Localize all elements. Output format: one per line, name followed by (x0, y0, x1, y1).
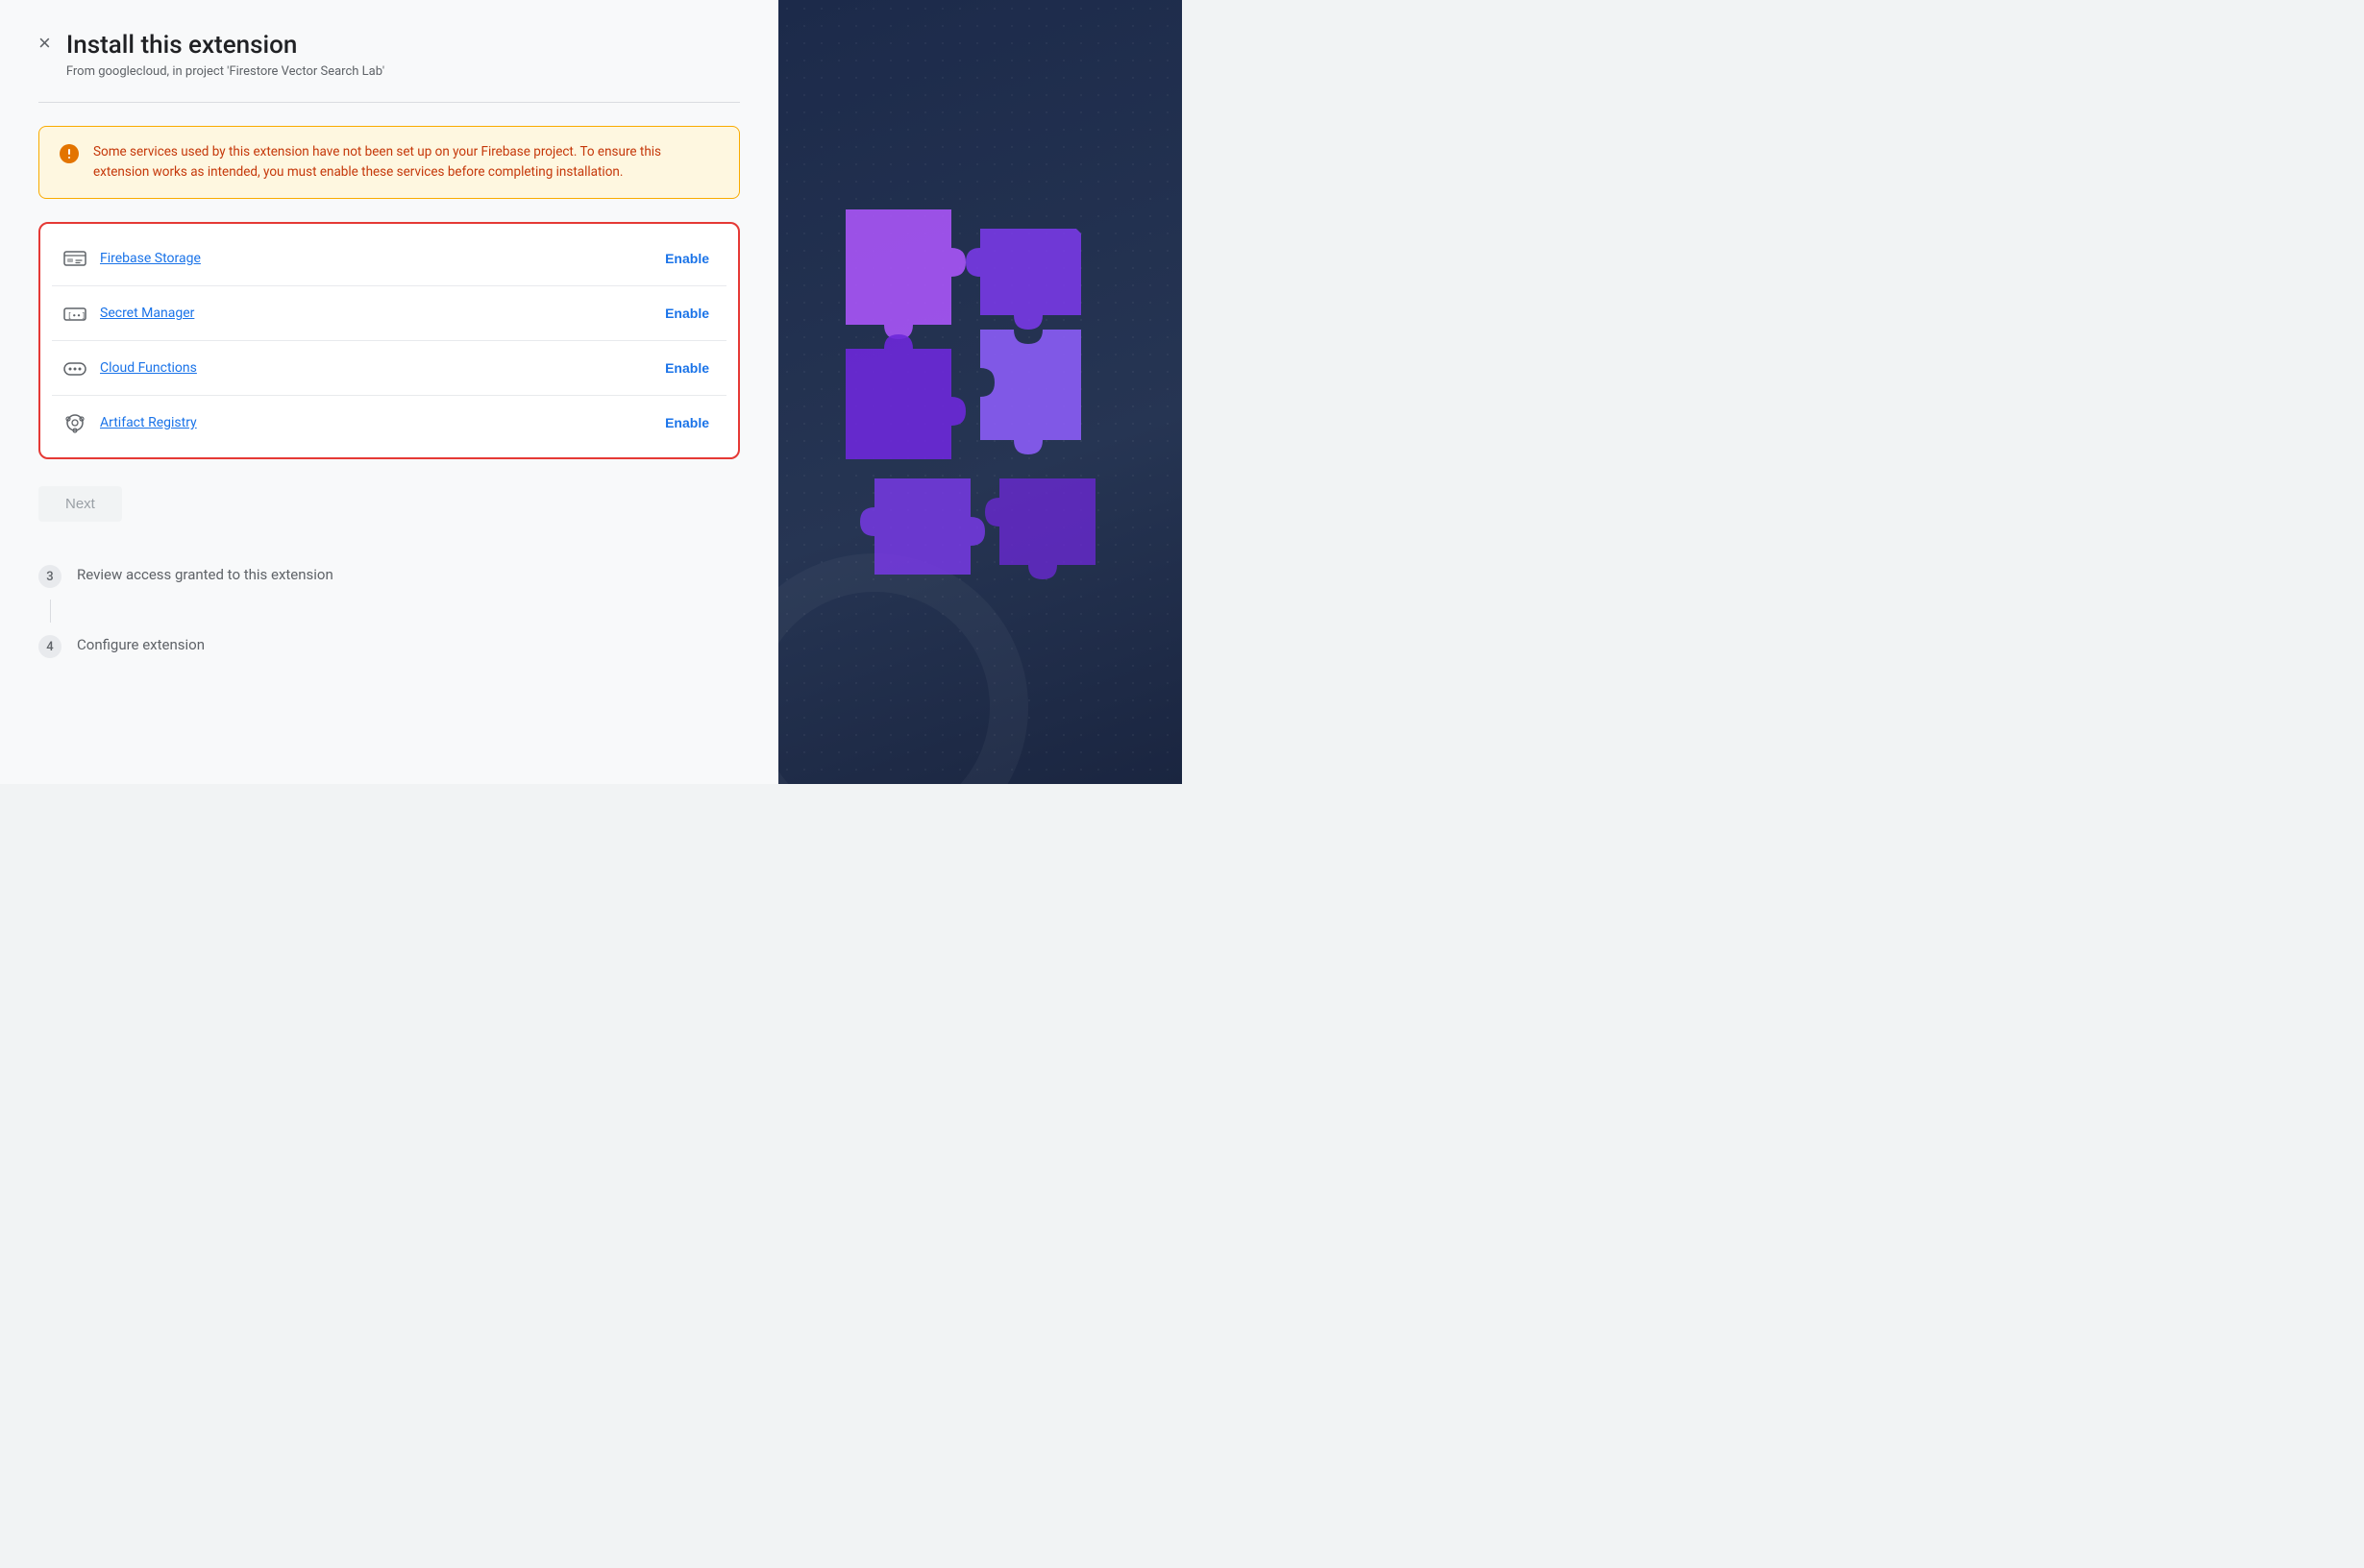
service-left-secret: [∙∙] Secret Manager (62, 300, 194, 327)
service-row: Firebase Storage Enable (52, 232, 726, 286)
step-content: Some services used by this extension hav… (38, 126, 740, 670)
artifact-registry-link[interactable]: Artifact Registry (100, 415, 197, 430)
warning-box: Some services used by this extension hav… (38, 126, 740, 199)
step-item-4: 4 Configure extension (38, 623, 740, 670)
artifact-registry-enable-btn[interactable]: Enable (657, 411, 717, 434)
step-3-label: Review access granted to this extension (77, 564, 333, 583)
firebase-storage-enable-btn[interactable]: Enable (657, 247, 717, 270)
main-panel: × Install this extension From googleclou… (0, 0, 778, 784)
firebase-storage-link[interactable]: Firebase Storage (100, 251, 201, 266)
service-row: Artifact Registry Enable (52, 396, 726, 450)
header-divider (38, 102, 740, 103)
service-left-storage: Firebase Storage (62, 245, 201, 272)
step-4-label: Configure extension (77, 634, 205, 653)
svg-text:[∙∙]: [∙∙] (67, 311, 86, 320)
step-connector (50, 600, 51, 623)
header-text: Install this extension From googlecloud,… (66, 31, 384, 79)
service-row: Cloud Functions Enable (52, 341, 726, 396)
step-4-number: 4 (38, 635, 62, 658)
right-panel (778, 0, 1182, 784)
firebase-storage-icon (62, 245, 88, 272)
page-title: Install this extension (66, 31, 384, 61)
step-item-3: 3 Review access granted to this extensio… (38, 552, 740, 600)
step-3-number: 3 (38, 565, 62, 588)
service-left-registry: Artifact Registry (62, 409, 197, 436)
secret-manager-icon: [∙∙] (62, 300, 88, 327)
cloud-functions-icon (62, 355, 88, 381)
secret-manager-enable-btn[interactable]: Enable (657, 302, 717, 325)
service-row: [∙∙] Secret Manager Enable (52, 286, 726, 341)
close-button[interactable]: × (38, 33, 51, 54)
steps-list: 3 Review access granted to this extensio… (38, 552, 740, 670)
service-left-functions: Cloud Functions (62, 355, 197, 381)
next-button[interactable]: Next (38, 486, 122, 522)
header-subtitle: From googlecloud, in project 'Firestore … (66, 64, 384, 79)
cloud-functions-link[interactable]: Cloud Functions (100, 360, 197, 376)
warning-text: Some services used by this extension hav… (93, 142, 720, 183)
secret-manager-link[interactable]: Secret Manager (100, 306, 194, 321)
header: × Install this extension From googleclou… (38, 31, 740, 79)
cloud-functions-enable-btn[interactable]: Enable (657, 356, 717, 380)
puzzle-svg (826, 190, 1134, 594)
puzzle-illustration (826, 190, 1134, 594)
services-box: Firebase Storage Enable [∙∙] Secret Mana… (38, 222, 740, 459)
artifact-registry-icon (62, 409, 88, 436)
warning-icon (59, 143, 80, 183)
